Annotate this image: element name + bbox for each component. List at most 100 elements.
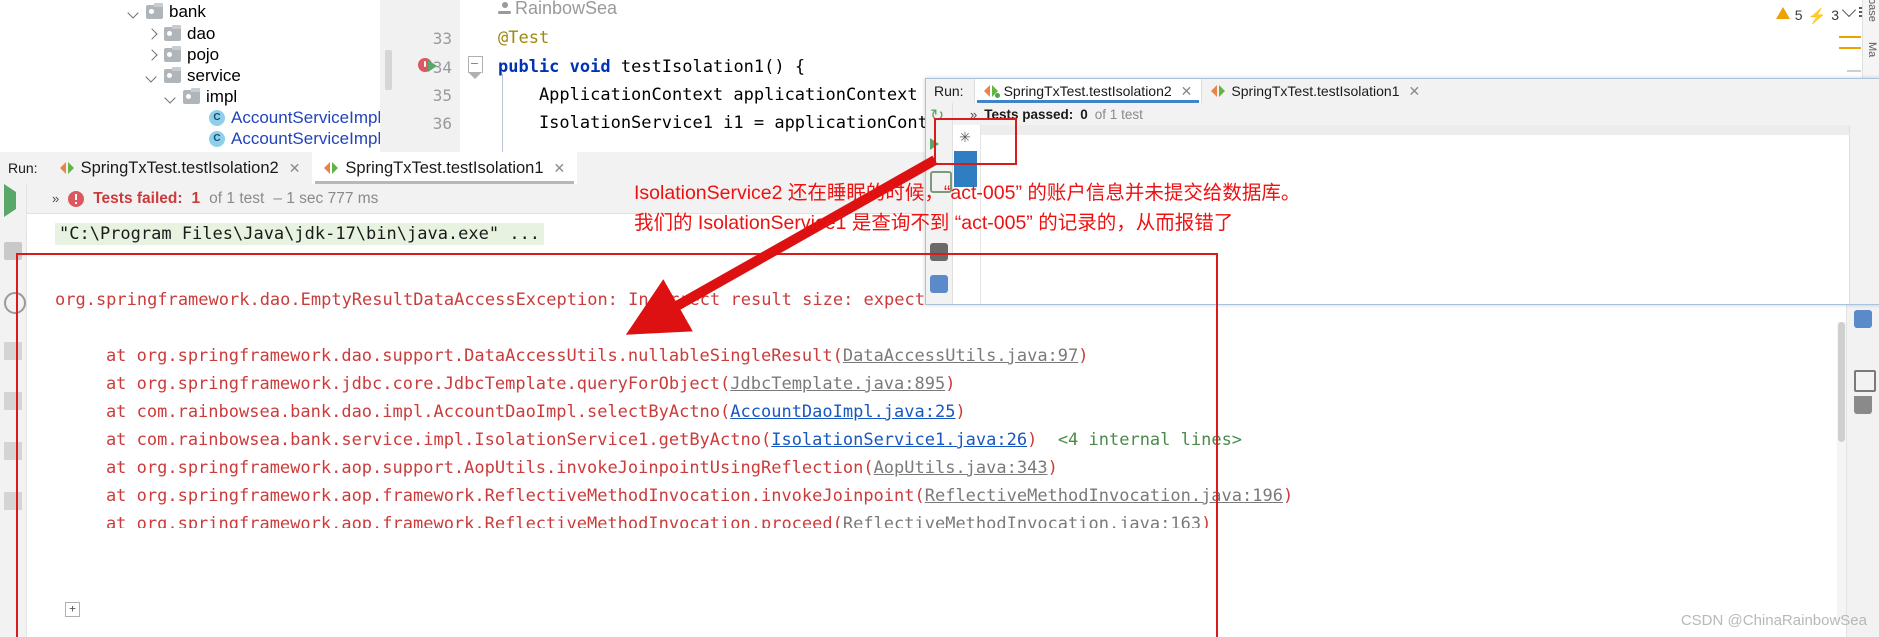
close-icon[interactable]: ✕: [1409, 84, 1421, 98]
stack-frame-1[interactable]: at org.springframework.jdbc.core.JdbcTem…: [65, 374, 956, 394]
tree-item-label: AccountServiceImpl: [231, 129, 382, 148]
pin-icon[interactable]: [4, 492, 22, 510]
folder-icon: [164, 46, 181, 62]
tree-item-account-service-impl[interactable]: C AccountServiceImpl: [205, 127, 381, 151]
stack-frame-text: at org.springframework.aop.framework.Ref…: [65, 486, 925, 506]
scrollbar-thumb[interactable]: [1838, 322, 1845, 442]
tree-item-bank[interactable]: bank: [126, 0, 206, 24]
test-passed-count: 0: [1080, 106, 1088, 122]
stack-frame-text: ): [1027, 430, 1038, 450]
tree-item-label: bank: [169, 2, 206, 21]
run-tab-label: SpringTxTest.testIsolation1: [345, 158, 544, 177]
stack-frame-link[interactable]: AopUtils.java:343: [874, 458, 1048, 478]
stack-frame-link[interactable]: ReflectiveMethodInvocation.java:196: [925, 486, 1283, 506]
print-icon[interactable]: [4, 442, 22, 460]
chevron-right-icon[interactable]: [144, 26, 160, 42]
trash-icon[interactable]: [1854, 396, 1872, 414]
run-icon[interactable]: [428, 60, 437, 72]
rerun-icon[interactable]: [4, 184, 22, 217]
stack-frame-5[interactable]: at org.springframework.aop.framework.Ref…: [65, 486, 1293, 506]
chevron-down-icon[interactable]: [163, 89, 179, 105]
settings-icon[interactable]: [930, 171, 952, 193]
float-run-tab-label: SpringTxTest.testIsolation2: [1003, 83, 1172, 99]
stack-frame-link[interactable]: DataAccessUtils.java:97: [843, 346, 1078, 366]
warning-count: 5: [1794, 7, 1803, 23]
stack-frame-text: at com.rainbowsea.bank.service.impl.Isol…: [65, 430, 772, 450]
chevron-down-icon[interactable]: [144, 68, 160, 84]
export-icon[interactable]: [4, 392, 22, 410]
run-tab-test-isolation1[interactable]: SpringTxTest.testIsolation1 ✕: [312, 152, 578, 184]
code-fold-marker-icon[interactable]: [468, 56, 483, 79]
rerun-icon[interactable]: ↻: [930, 107, 948, 125]
run-config-icon: [1211, 85, 1226, 97]
internal-lines-label[interactable]: <4 internal lines>: [1037, 430, 1242, 450]
chevron-down-icon[interactable]: [126, 4, 142, 20]
close-icon[interactable]: ✕: [554, 161, 566, 175]
float-test-status-bar: » Tests passed: 0 of 1 test: [926, 103, 1879, 125]
import-icon[interactable]: [930, 275, 948, 293]
line-number: 35: [432, 86, 452, 105]
console-command-line: "C:\Program Files\Java\jdk-17\bin\java.e…: [55, 223, 545, 245]
person-icon: [498, 1, 511, 16]
expand-frames-toggle[interactable]: +: [65, 602, 80, 617]
error-stripe-marker[interactable]: [1839, 47, 1861, 49]
code-line-36: IsolationService1 i1 = applicationConte: [498, 113, 938, 133]
import-icon[interactable]: [1854, 310, 1872, 328]
chevron-right-icon[interactable]: [144, 47, 160, 63]
run-tab-label: SpringTxTest.testIsolation2: [80, 158, 279, 177]
stack-frame-link[interactable]: ReflectiveMethodInvocation.java:163: [843, 514, 1201, 528]
camera-icon[interactable]: [930, 243, 948, 261]
stack-frame-6[interactable]: at org.springframework.aop.framework.Ref…: [65, 514, 1212, 534]
running-spinner-icon: ✳: [959, 129, 971, 145]
stack-frame-3[interactable]: at com.rainbowsea.bank.service.impl.Isol…: [65, 430, 1242, 450]
chevron-down-icon[interactable]: [1841, 2, 1857, 18]
error-stripe-marker[interactable]: [1847, 70, 1861, 72]
keyword-token: void: [569, 57, 611, 77]
folder-icon: [164, 67, 181, 83]
float-run-tab-test-isolation2[interactable]: SpringTxTest.testIsolation2 ✕: [973, 79, 1202, 103]
stack-frame-link[interactable]: JdbcTemplate.java:895: [730, 374, 945, 394]
tool-window-label-maven[interactable]: Ma: [1866, 42, 1878, 57]
test-total-label: of 1 test: [1094, 106, 1143, 122]
filter-icon[interactable]: [4, 342, 22, 360]
test-status-label: Tests failed:: [93, 189, 183, 207]
stack-frame-text: at org.springframework.aop.support.AopUt…: [65, 458, 874, 478]
tree-item-label: pojo: [187, 45, 220, 64]
stack-frame-2[interactable]: at com.rainbowsea.bank.dao.impl.AccountD…: [65, 402, 966, 422]
stack-frame-text: ): [1201, 514, 1212, 534]
stack-frame-link[interactable]: AccountDaoImpl.java:25: [730, 402, 955, 422]
floating-run-tool-window[interactable]: Run: SpringTxTest.testIsolation2 ✕ Sprin…: [925, 78, 1879, 305]
settings-icon[interactable]: [4, 292, 26, 314]
run-label: Run:: [934, 83, 964, 99]
run-test-gutter-icon[interactable]: [418, 57, 440, 77]
stack-frame-text: ): [1282, 486, 1294, 506]
error-stripe-marker[interactable]: [1839, 36, 1861, 38]
stack-frame-text: at org.springframework.jdbc.core.JdbcTem…: [65, 374, 731, 394]
print-icon[interactable]: [1854, 370, 1876, 392]
float-run-tab-bar[interactable]: Run: SpringTxTest.testIsolation2 ✕ Sprin…: [926, 79, 1879, 104]
tree-item-label: impl: [206, 87, 238, 106]
float-run-right-toolbar[interactable]: [1849, 125, 1879, 304]
float-run-left-toolbar[interactable]: ↻: [926, 103, 953, 304]
tool-window-label-database[interactable]: base: [1866, 0, 1878, 22]
float-run-console[interactable]: [980, 125, 1879, 304]
selected-test-node[interactable]: [954, 151, 977, 187]
console-scrollbar[interactable]: [1837, 322, 1846, 622]
stack-frame-link[interactable]: IsolationService1.java:26: [771, 430, 1027, 450]
expand-chevron-icon[interactable]: »: [52, 191, 59, 206]
stack-frame-4[interactable]: at org.springframework.aop.support.AopUt…: [65, 458, 1058, 478]
warning-icon: [1775, 7, 1790, 19]
run-tab-test-isolation2[interactable]: SpringTxTest.testIsolation2 ✕: [48, 152, 313, 184]
run-left-toolbar[interactable]: [0, 184, 27, 637]
stack-frame-0[interactable]: at org.springframework.dao.support.DataA…: [65, 346, 1089, 366]
stop-icon[interactable]: [4, 242, 22, 260]
run-icon[interactable]: [930, 137, 948, 155]
close-icon[interactable]: ✕: [289, 161, 301, 175]
vcs-author-annotation: RainbowSea: [498, 0, 617, 19]
exception-text: org.springframework.dao.EmptyResultDataA…: [55, 290, 946, 310]
float-run-tab-test-isolation1[interactable]: SpringTxTest.testIsolation1 ✕: [1201, 79, 1429, 103]
run-config-icon: [983, 85, 1000, 98]
close-icon[interactable]: ✕: [1181, 84, 1193, 98]
method-token: testIsolation1() {: [610, 57, 806, 77]
expand-chevron-icon[interactable]: »: [970, 107, 977, 122]
